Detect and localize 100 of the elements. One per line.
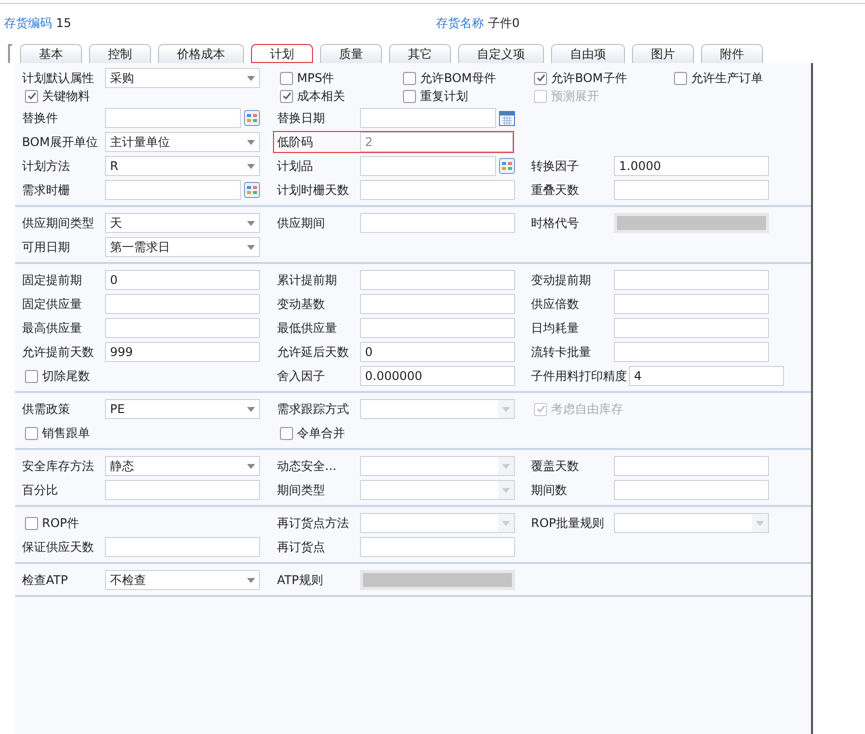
caret-icon [247,76,255,80]
checkbox-label: 考虑自由库存 [551,401,623,418]
text-field[interactable] [360,270,515,290]
text-field[interactable] [360,108,496,128]
text-field[interactable]: 2 [360,132,513,152]
tab[interactable]: 自由项 [551,44,625,63]
checkbox[interactable] [534,72,547,84]
dropdown[interactable]: 天 [105,213,260,233]
caret-icon [247,464,255,468]
text-field[interactable] [614,342,769,362]
field-label: 存货名称 [436,15,484,32]
checkbox[interactable] [280,72,293,84]
checkbox[interactable] [25,90,38,103]
dropdown[interactable]: R [105,156,260,176]
text-field[interactable] [360,537,515,557]
field-label: 舍入因子 [277,368,326,385]
dropdown[interactable]: 第一需求日 [105,237,260,257]
tab[interactable]: 基本 [20,44,82,63]
caret-icon [247,140,255,144]
field-label: 供应期间 [277,215,326,232]
tab[interactable]: 价格成本 [158,44,244,63]
field-label: 替换件 [22,110,59,127]
checkbox[interactable] [25,370,38,382]
text-field[interactable] [614,456,769,476]
dropdown[interactable]: PE [105,399,260,419]
dropdown[interactable]: 采购 [105,68,260,88]
text-field[interactable] [614,270,769,290]
field-label: 固定供应量 [22,296,83,313]
grid-icon[interactable] [499,158,515,174]
checkbox-label: ROP件 [42,515,80,532]
dropdown[interactable]: 主计量单位 [105,132,260,152]
text-field[interactable]: 0 [360,342,515,362]
caret-icon [247,406,255,412]
field-label: 动态安全... [277,458,338,475]
field-label: 计划方法 [22,158,71,175]
text-field[interactable]: 0.000000 [360,366,515,386]
text-field[interactable] [105,294,260,314]
checkbox[interactable] [25,516,38,530]
field-label: 重叠天数 [531,182,580,199]
field-label: 允许提前天数 [22,344,95,361]
text-field[interactable] [614,180,769,200]
field-label: 计划默认属性 [22,70,95,87]
checkbox-label: 预测展开 [551,88,599,106]
text-field[interactable]: 1.0000 [614,156,769,176]
field-value: 子件0 [488,15,520,32]
grid-icon[interactable] [244,110,260,126]
text-field[interactable] [105,180,241,200]
checkbox[interactable] [403,72,416,84]
field-label: 可用日期 [22,239,71,256]
checkbox-label: 允许BOM子件 [551,70,627,87]
text-field[interactable] [360,156,496,176]
text-field[interactable] [105,537,260,557]
field-label: 转换因子 [531,158,580,175]
tab[interactable]: 控制 [89,44,151,63]
field-label: 供应期间类型 [22,215,95,232]
field-label: 替换日期 [277,110,326,127]
dropdown[interactable]: 不检查 [105,570,260,590]
caret-icon [247,220,255,226]
text-field[interactable] [360,213,515,233]
text-field[interactable] [105,108,241,128]
checkbox[interactable] [280,90,293,103]
caret-icon [247,244,255,250]
checkbox-label: 成本相关 [297,88,345,106]
text-field[interactable] [105,480,260,500]
checkbox-label: 允许生产订单 [691,70,763,87]
field-label: 计划品 [277,158,314,175]
checkbox-label: 令单合并 [297,425,345,442]
text-field[interactable]: 4 [629,366,784,386]
tab[interactable]: 其它 [389,44,451,63]
dropdown[interactable]: 静态 [105,456,260,476]
field-label: 检查ATP [22,572,69,589]
field-label: 计划时栅天数 [277,182,350,199]
tab[interactable]: 图片 [632,44,694,63]
tab[interactable]: 计划 [251,44,313,63]
checkbox-label: 关键物料 [42,88,90,106]
field-label: 变动基数 [277,296,326,313]
checkbox[interactable] [25,426,38,440]
field-label: 百分比 [22,482,59,499]
grid-icon[interactable] [244,182,260,198]
text-field[interactable] [614,480,769,500]
tab[interactable]: 附件 [701,44,763,63]
text-field[interactable] [360,180,515,200]
field-label: 期间数 [531,482,568,499]
checkbox[interactable] [674,72,687,84]
checkbox[interactable] [280,426,293,440]
field-label: 供需政策 [22,401,71,418]
tab[interactable]: 质量 [320,44,382,63]
text-field[interactable] [105,318,260,338]
caret-icon [756,520,764,526]
text-field[interactable] [614,318,769,338]
text-field[interactable] [360,294,515,314]
text-field[interactable]: 0 [105,270,260,290]
checkbox-label: 重复计划 [420,88,468,106]
text-field[interactable] [614,294,769,314]
text-field[interactable]: 999 [105,342,260,362]
checkbox-label: MPS件 [297,70,334,87]
tab[interactable]: 自定义项 [458,44,544,63]
calendar-icon[interactable] [499,110,515,126]
text-field[interactable] [360,318,515,338]
checkbox[interactable] [403,90,416,103]
